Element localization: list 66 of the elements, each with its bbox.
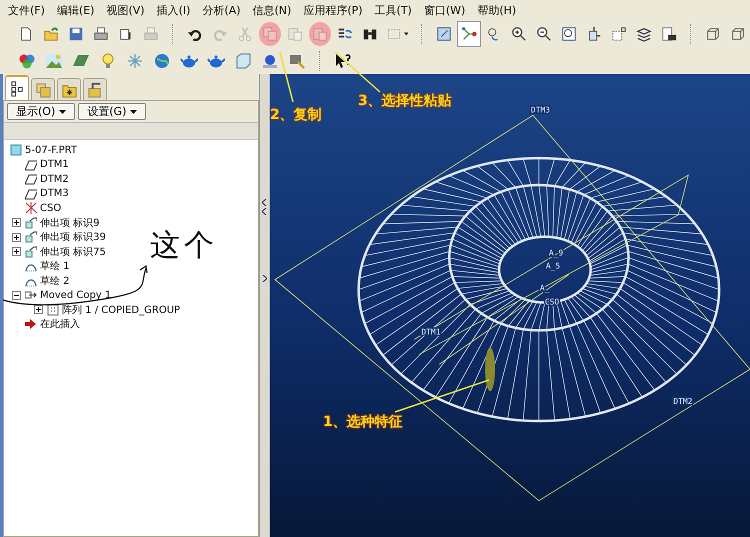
menu-item[interactable]: 视图(V) (106, 2, 145, 18)
tree-item[interactable]: 伸出项 标识9 (40, 216, 100, 230)
toolbox-icon (86, 81, 104, 98)
extrude-icon (25, 246, 37, 258)
panel-tab[interactable] (57, 78, 81, 100)
menu-item[interactable]: 应用程序(P) (303, 2, 363, 18)
expand-icon[interactable] (12, 232, 21, 242)
tree-item[interactable]: 在此插入 (40, 317, 80, 332)
tree-item[interactable]: CSO (40, 202, 62, 214)
menu-item[interactable]: 工具(T) (374, 2, 412, 18)
datum-plane-icon (25, 158, 37, 171)
expand-icon[interactable] (12, 247, 21, 256)
datum-plane-icon (25, 173, 37, 186)
landscape-icon (45, 52, 63, 70)
extrude-icon (25, 216, 37, 229)
menu-item[interactable]: 窗口(W) (424, 2, 466, 18)
caret-icon (130, 110, 138, 114)
panel-tab[interactable] (5, 75, 29, 100)
extrude-icon (25, 231, 37, 244)
dropdown-button[interactable]: 设置(G) (78, 103, 146, 120)
tree-item[interactable]: 伸出项 标识75 (40, 244, 106, 259)
menu-item[interactable]: 信息(N) (252, 2, 292, 18)
menu-item[interactable]: 文件(F) (8, 2, 45, 18)
pattern-icon (47, 304, 59, 316)
leader-line (334, 51, 380, 93)
callout-label: 2、复制 (270, 106, 322, 124)
dropdown-button[interactable]: 显示(O) (7, 103, 76, 120)
tree-item[interactable]: 阵列 1 / COPIED_GROUP (62, 302, 180, 317)
expand-icon[interactable] (34, 305, 43, 314)
chevron-icon (262, 275, 267, 282)
tree-item[interactable]: 5-07-F.PRT (25, 144, 77, 156)
coordinate-system-icon (25, 202, 37, 214)
collapse-icon[interactable] (12, 290, 21, 300)
tree-icon (8, 80, 26, 97)
part-icon (10, 144, 22, 156)
callout-label: 1、选种特征 (323, 413, 403, 431)
datum-plane-icon (25, 188, 37, 200)
selected-feature-highlight[interactable] (485, 347, 496, 392)
tree-item[interactable]: DTM1 (40, 159, 69, 170)
layers-icon (34, 81, 52, 98)
sparkle-icon (126, 52, 144, 70)
panel-tab[interactable] (83, 78, 107, 100)
tree-item[interactable]: 伸出项 标识39 (40, 230, 106, 244)
caret-icon (59, 110, 66, 114)
tree-item[interactable]: DTM2 (40, 174, 69, 185)
menu-item[interactable]: 分析(A) (202, 2, 241, 18)
datum-label: DTM3 (530, 105, 550, 114)
tree-item[interactable]: DTM3 (40, 188, 69, 200)
menu-item[interactable]: 编辑(E) (56, 2, 94, 18)
menu-item[interactable]: 插入(I) (156, 2, 190, 18)
handwritten-note: 这个 (150, 227, 218, 265)
color-wheel-icon (18, 52, 36, 70)
menu-item[interactable]: 帮助(H) (477, 2, 516, 18)
tree-item[interactable]: 草绘 2 (40, 274, 70, 288)
globe-icon (153, 52, 171, 70)
cube-icon (234, 52, 252, 70)
help-cursor-icon (334, 52, 352, 70)
datum-label: A_5 (546, 262, 560, 271)
callout-label: 3、选择性粘贴 (358, 92, 452, 110)
caret-icon (404, 32, 408, 36)
group-arrow-icon (25, 289, 37, 302)
expand-icon[interactable] (12, 218, 21, 228)
datum-label: DTM2 (673, 397, 692, 406)
insert-arrow-icon (25, 318, 37, 330)
leader-line (279, 52, 294, 102)
tree-item[interactable]: 草绘 1 (40, 259, 70, 274)
